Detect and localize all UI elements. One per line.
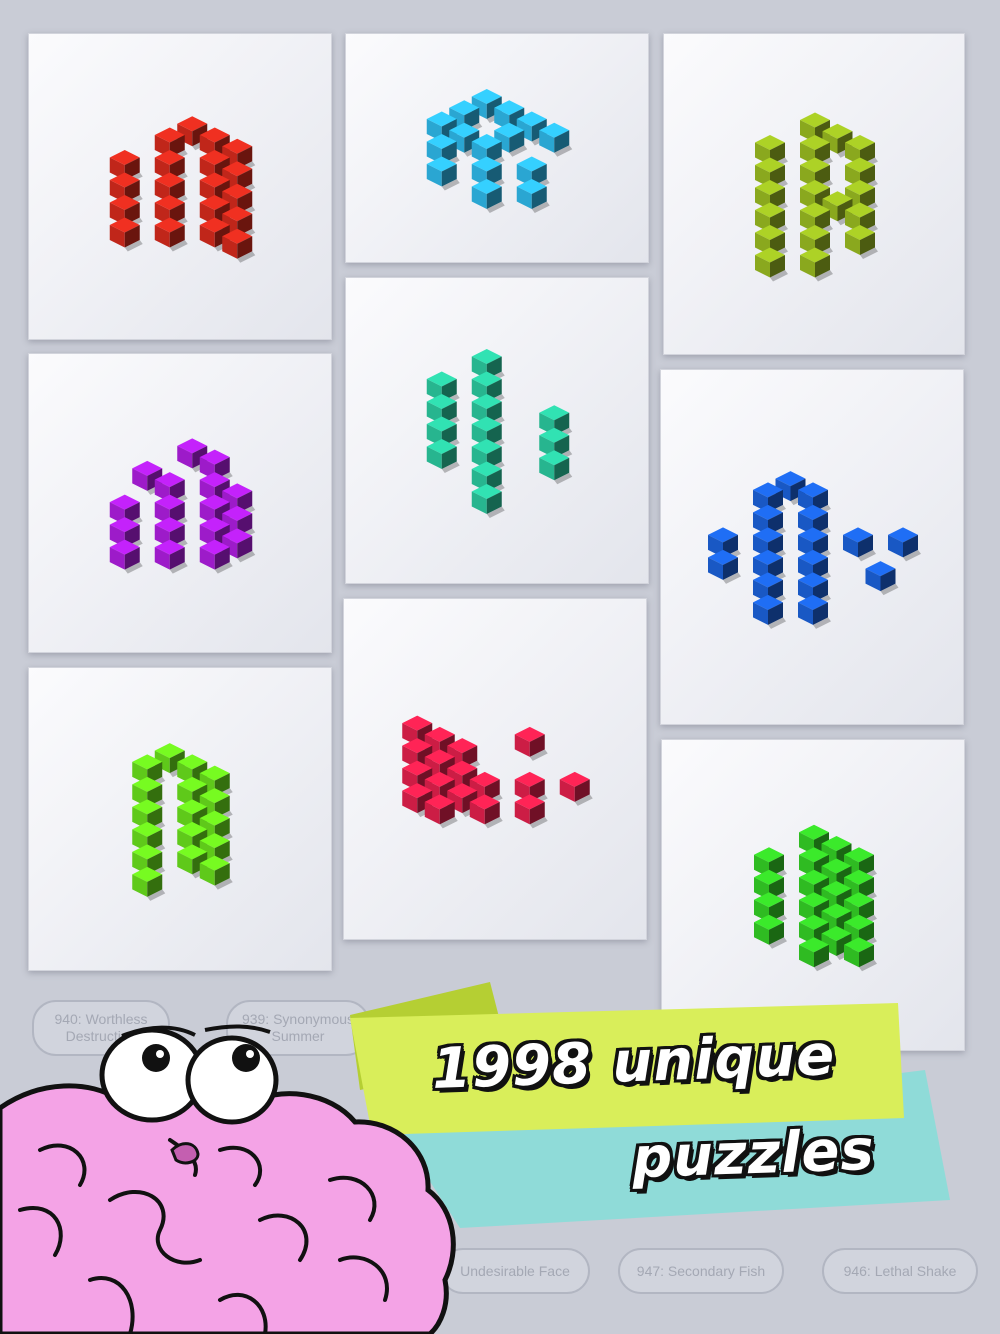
puzzle-card-red[interactable] [28,33,332,340]
purple-puzzle-cubes [109,438,256,574]
puzzle-card-teal[interactable] [345,277,649,584]
puzzle-cube [539,122,573,157]
puzzle-node[interactable]: 940: Worthless Destruction [32,1000,170,1056]
blue-puzzle-cubes [708,471,921,629]
puzzle-card-lime[interactable] [28,667,332,971]
puzzle-card-blue[interactable] [660,369,964,725]
puzzle-card-green[interactable] [661,739,965,1051]
puzzle-cube [559,771,593,806]
banner-headline-line2: puzzles [630,1117,876,1192]
puzzle-card-cyan[interactable] [345,33,649,263]
puzzle-node[interactable]: 946: Lethal Shake [822,1248,978,1294]
crimson-puzzle-cubes [402,715,593,829]
teal-puzzle-cubes [426,349,573,518]
puzzle-card-olive[interactable] [663,33,965,355]
puzzle-node[interactable]: 947: Secondary Fish [618,1248,784,1294]
puzzle-card-crimson[interactable] [343,598,647,940]
green-puzzle-cubes [754,824,877,972]
red-puzzle-cubes [109,116,256,263]
puzzle-node[interactable]: 939: Synonymous Summer [226,1000,370,1056]
lime-puzzle-cubes [132,743,233,901]
cyan-puzzle-cubes [426,89,573,213]
puzzle-card-purple[interactable] [28,353,332,653]
olive-puzzle-cubes [755,112,878,282]
puzzle-cube [865,561,899,596]
puzzle-node[interactable]: Undesirable Face [440,1248,590,1294]
puzzle-cube [514,726,548,761]
puzzle-cube [843,527,876,562]
puzzle-cube [888,527,921,562]
